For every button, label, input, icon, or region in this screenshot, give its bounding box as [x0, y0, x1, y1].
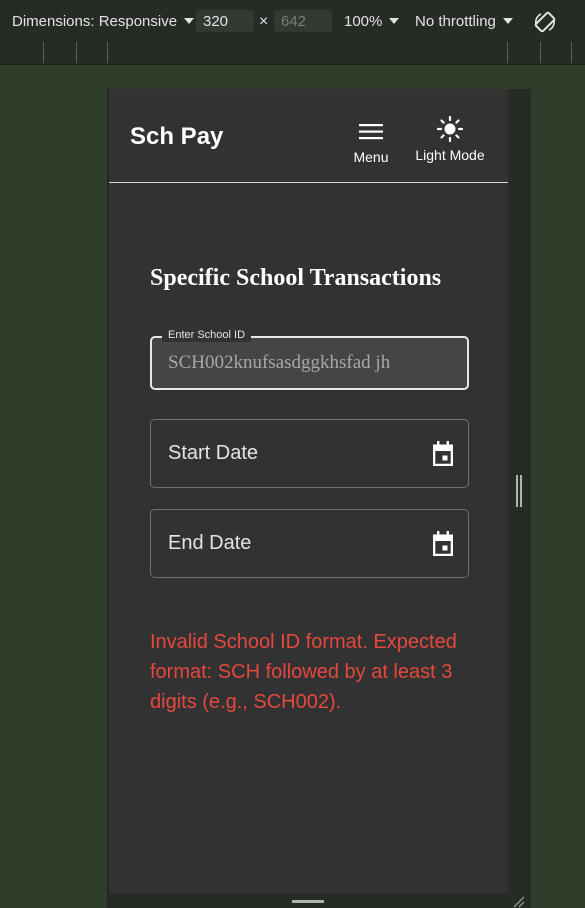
media-query-ruler	[0, 42, 585, 65]
school-id-input[interactable]: SCH002knufsasdggkhsfad jh	[168, 352, 390, 374]
school-id-field[interactable]: Enter School ID SCH002knufsasdggkhsfad j…	[150, 328, 469, 390]
menu-button[interactable]: Menu	[349, 119, 393, 165]
hamburger-icon	[359, 124, 383, 140]
width-input[interactable]: 320	[196, 10, 254, 32]
height-input[interactable]: 642	[274, 10, 332, 32]
calendar-icon[interactable]	[431, 441, 455, 467]
dimensions-dropdown[interactable]: Dimensions: Responsive	[12, 0, 195, 42]
throttling-label: No throttling	[415, 13, 496, 30]
bottom-resize-handle[interactable]	[292, 900, 324, 903]
devtools-device-toolbar: Dimensions: Responsive 320 × 642 100% No…	[0, 0, 585, 43]
start-date-field[interactable]: Start Date	[150, 419, 469, 488]
start-date-label: Start Date	[168, 442, 259, 464]
app-header: Sch Pay Menu Light Mode	[109, 89, 510, 183]
rotate-button[interactable]	[533, 10, 557, 34]
brand-title[interactable]: Sch Pay	[130, 123, 223, 151]
chevron-down-icon	[184, 18, 195, 25]
zoom-dropdown[interactable]: 100%	[344, 0, 400, 42]
zoom-label: 100%	[344, 13, 383, 30]
rotate-icon	[534, 11, 556, 33]
right-resize-handle[interactable]	[516, 475, 523, 507]
corner-resize-icon[interactable]	[512, 896, 526, 908]
chevron-down-icon	[389, 18, 400, 25]
chevron-down-icon	[502, 18, 513, 25]
light-mode-label: Light Mode	[415, 147, 485, 163]
end-date-field[interactable]: End Date	[150, 509, 469, 578]
device-viewport: Sch Pay Menu Light Mode Specific School …	[107, 89, 510, 893]
end-date-label: End Date	[168, 532, 252, 554]
light-mode-toggle[interactable]: Light Mode	[409, 115, 491, 163]
times-sign: ×	[259, 13, 269, 30]
sun-icon	[436, 115, 464, 143]
validation-error-message: Invalid School ID format. Expected forma…	[150, 631, 457, 713]
school-id-label: Enter School ID	[162, 328, 252, 342]
page-title: Specific School Transactions	[150, 265, 442, 291]
menu-label: Menu	[353, 149, 389, 165]
dimensions-label: Dimensions: Responsive	[12, 13, 178, 30]
calendar-icon[interactable]	[431, 531, 455, 557]
throttling-dropdown[interactable]: No throttling	[415, 0, 513, 42]
